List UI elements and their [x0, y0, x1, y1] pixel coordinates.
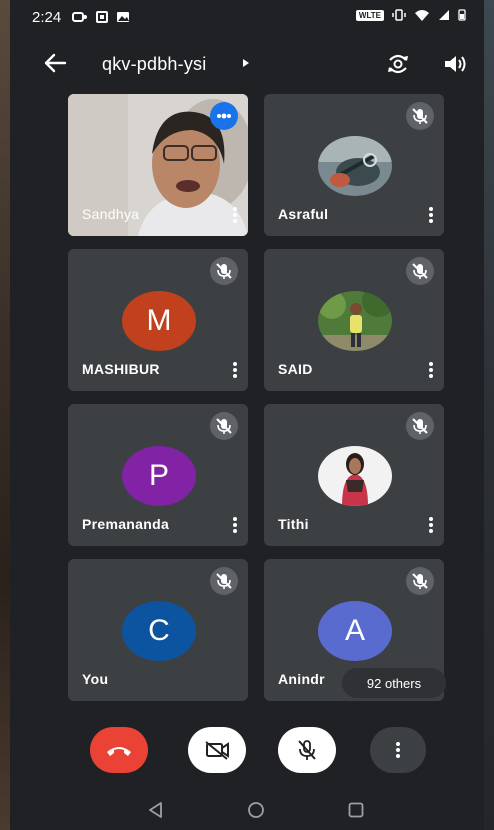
- muted-indicator: [406, 412, 434, 440]
- wifi-icon: [415, 10, 429, 21]
- notification-square-icon: [96, 11, 108, 23]
- status-bar: 2:24 WLTE: [10, 0, 484, 34]
- end-call-icon: [107, 747, 131, 756]
- mic-off-icon: [412, 108, 428, 124]
- end-call-button[interactable]: [90, 727, 148, 773]
- more-options-button[interactable]: [370, 727, 426, 773]
- muted-indicator: [210, 257, 238, 285]
- mic-off-icon: [412, 263, 428, 279]
- more-vert-icon[interactable]: [428, 516, 434, 534]
- profile-photo-image: [318, 446, 392, 506]
- participant-avatar: P: [122, 446, 196, 506]
- participant-tile-mashibur[interactable]: M MASHIBUR: [68, 249, 248, 391]
- mic-off-icon: [216, 573, 232, 589]
- audio-level-icon: [217, 113, 231, 119]
- network-badge: WLTE: [355, 9, 384, 21]
- more-vert-icon[interactable]: [232, 361, 238, 379]
- chevron-right-icon[interactable]: [242, 58, 250, 68]
- speaking-indicator: [210, 102, 238, 130]
- participant-name: MASHIBUR: [82, 361, 160, 377]
- participant-photo: [318, 291, 392, 351]
- notification-image-icon: [117, 12, 129, 22]
- participant-photo: [318, 136, 392, 196]
- more-vert-icon[interactable]: [232, 516, 238, 534]
- participant-name: Premananda: [82, 516, 170, 532]
- status-right: WLTE: [355, 9, 466, 21]
- more-vert-icon[interactable]: [428, 206, 434, 224]
- more-vert-icon[interactable]: [428, 361, 434, 379]
- notification-app-icon: [72, 12, 87, 22]
- background-edge-right: [484, 0, 494, 830]
- mic-off-icon: [216, 418, 232, 434]
- muted-indicator: [210, 567, 238, 595]
- muted-indicator: [406, 257, 434, 285]
- participant-tile-premananda[interactable]: P Premananda: [68, 404, 248, 546]
- nav-back-icon[interactable]: [146, 800, 166, 820]
- meeting-code[interactable]: qkv-pdbh-ysi: [102, 54, 206, 75]
- more-vert-icon: [396, 742, 400, 758]
- mic-off-icon: [298, 740, 316, 760]
- participant-avatar: C: [122, 601, 196, 661]
- participant-tile-sandhya[interactable]: Sandhya: [68, 94, 248, 236]
- mic-off-icon: [216, 263, 232, 279]
- mic-off-icon: [412, 573, 428, 589]
- participant-name: Anindr: [278, 671, 325, 687]
- status-time: 2:24: [32, 9, 62, 26]
- participant-name: Tithi: [278, 516, 309, 532]
- profile-photo-image: [318, 291, 392, 351]
- nav-home-icon[interactable]: [246, 800, 266, 820]
- mic-off-icon: [412, 418, 428, 434]
- back-arrow-icon[interactable]: [42, 52, 68, 74]
- muted-indicator: [210, 412, 238, 440]
- rotate-camera-icon[interactable]: [384, 50, 412, 78]
- nav-recents-icon[interactable]: [346, 800, 366, 820]
- participant-avatar: M: [122, 291, 196, 351]
- participant-name: Sandhya: [82, 206, 140, 222]
- camera-off-icon: [205, 741, 229, 760]
- signal-icon: [439, 10, 449, 20]
- app-bar: qkv-pdbh-ysi: [10, 44, 484, 84]
- speaker-icon[interactable]: [442, 52, 468, 76]
- profile-photo-image: [318, 136, 392, 196]
- participant-name: You: [82, 671, 109, 687]
- system-nav-bar: [10, 790, 484, 830]
- participant-tile-said[interactable]: SAID: [264, 249, 444, 391]
- vibrate-icon: [392, 9, 406, 21]
- background-edge-left: [0, 0, 10, 830]
- more-vert-icon[interactable]: [232, 206, 238, 224]
- participant-tile-tithi[interactable]: Tithi: [264, 404, 444, 546]
- participant-name: Asraful: [278, 206, 329, 222]
- others-count-badge[interactable]: 92 others: [342, 668, 446, 698]
- participant-name: SAID: [278, 361, 313, 377]
- battery-icon: [458, 9, 466, 21]
- camera-toggle-button[interactable]: [188, 727, 246, 773]
- muted-indicator: [406, 567, 434, 595]
- participant-tile-asraful[interactable]: Asraful: [264, 94, 444, 236]
- participant-photo: [318, 446, 392, 506]
- participant-tile-you[interactable]: C You: [68, 559, 248, 701]
- meet-call-screen: 2:24 WLTE qkv-pdbh-ysi Sandhya Asraful M…: [10, 0, 484, 830]
- participant-avatar: A: [318, 601, 392, 661]
- muted-indicator: [406, 102, 434, 130]
- mic-toggle-button[interactable]: [278, 727, 336, 773]
